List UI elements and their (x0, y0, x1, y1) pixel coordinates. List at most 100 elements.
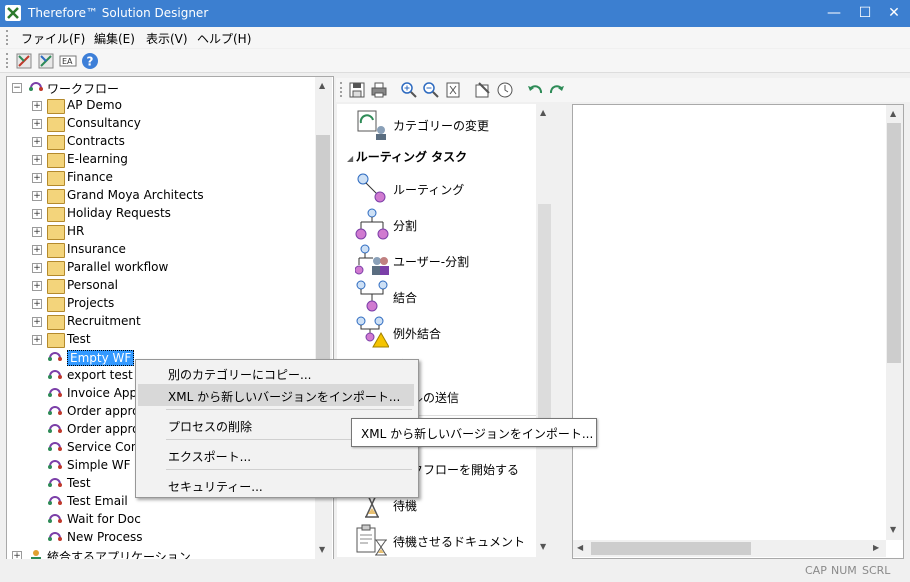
menu-file[interactable]: ファイル(F) (21, 30, 85, 47)
section-collapse-icon[interactable]: ◢ (347, 154, 356, 163)
palette-item-label: 例外結合 (393, 327, 442, 341)
palette-item-join[interactable]: 結合 (337, 278, 553, 314)
expand-icon[interactable]: + (32, 137, 42, 147)
join-icon (355, 280, 389, 312)
tree-folder[interactable]: + Holiday Requests (7, 205, 317, 223)
tree-folder-label: Holiday Requests (67, 206, 171, 220)
tree-folder-label: Parallel workflow (67, 260, 169, 274)
tree-process[interactable]: Wait for Doc (7, 511, 317, 529)
palette-item-change-category[interactable]: カテゴリーの変更 (337, 106, 553, 142)
undo-icon[interactable] (526, 81, 544, 99)
folder-icon (47, 297, 65, 312)
tree-folder[interactable]: + Finance (7, 169, 317, 187)
scroll-down-icon[interactable]: ▼ (319, 545, 325, 554)
palette-scroll-thumb[interactable] (538, 204, 551, 444)
zoom-out-icon[interactable] (422, 81, 440, 99)
designer-toolbar-grip[interactable] (340, 82, 345, 97)
tree-folder[interactable]: + Projects (7, 295, 317, 313)
canvas-hscroll-thumb[interactable] (591, 542, 751, 555)
designer-icon[interactable] (15, 52, 33, 70)
menu-security[interactable]: セキュリティー... (138, 474, 414, 496)
tree-folder[interactable]: + Contracts (7, 133, 317, 151)
tree-folder[interactable]: + E-learning (7, 151, 317, 169)
scroll-left-icon[interactable]: ◀ (577, 543, 583, 552)
palette-section-routing[interactable]: ◢ ルーティング タスク (347, 148, 467, 165)
tree-process[interactable]: New Process (7, 529, 317, 547)
clock-icon[interactable] (496, 81, 514, 99)
expand-icon[interactable]: + (32, 101, 42, 111)
redo-icon[interactable] (548, 81, 566, 99)
scroll-down-icon[interactable]: ▼ (540, 542, 546, 551)
expand-icon[interactable]: + (32, 119, 42, 129)
scroll-up-icon[interactable]: ▲ (319, 81, 325, 90)
tree-root-workflow[interactable]: − ワークフロー (7, 79, 317, 97)
tree-process-label: Test (67, 476, 91, 490)
design-canvas[interactable]: ▲ ▼ ◀ ▶ (572, 104, 904, 559)
scroll-right-icon[interactable]: ▶ (873, 543, 879, 552)
collapse-icon[interactable]: − (12, 83, 22, 93)
palette-item-label: 結合 (393, 291, 418, 305)
palette-item-exception-join[interactable]: 例外結合 (337, 314, 553, 350)
palette-scrollbar[interactable]: ▲ ▼ (536, 104, 553, 557)
designer2-icon[interactable] (37, 52, 55, 70)
tree-folder[interactable]: + Personal (7, 277, 317, 295)
tree-folder[interactable]: + Grand Moya Architects (7, 187, 317, 205)
expand-icon[interactable]: + (32, 173, 42, 183)
zoom-in-icon[interactable] (400, 81, 418, 99)
scroll-up-icon[interactable]: ▲ (890, 109, 896, 118)
palette-item-routing[interactable]: ルーティング (337, 170, 553, 206)
expand-icon[interactable]: + (32, 317, 42, 327)
tree-process-label: Empty WF (67, 350, 135, 366)
tree-folder[interactable]: + Recruitment (7, 313, 317, 331)
workflow-process-icon (47, 476, 63, 492)
tree-folder[interactable]: + AP Demo (7, 97, 317, 115)
toolbar-grip[interactable] (6, 53, 11, 68)
menubar-grip[interactable] (6, 30, 11, 45)
menu-help[interactable]: ヘルプ(H) (197, 30, 251, 47)
canvas-vscrollbar[interactable]: ▲ ▼ (886, 105, 903, 540)
menu-copy-to-category[interactable]: 別のカテゴリーにコピー... (138, 362, 414, 384)
tree-process-label: New Process (67, 530, 143, 544)
expand-icon[interactable]: + (32, 281, 42, 291)
fit-page-icon[interactable] (444, 81, 462, 99)
tooltip: XML から新しいバージョンをインポート... (351, 418, 597, 447)
help-icon[interactable]: ? (81, 52, 99, 70)
tree-folder[interactable]: + HR (7, 223, 317, 241)
minimize-button[interactable]: — (820, 2, 848, 24)
expand-icon[interactable]: + (32, 335, 42, 345)
canvas-hscrollbar[interactable]: ◀ ▶ (573, 540, 886, 557)
scroll-down-icon[interactable]: ▼ (890, 525, 896, 534)
expand-icon[interactable]: + (32, 209, 42, 219)
tree-folder[interactable]: + Test (7, 331, 317, 349)
menu-edit[interactable]: 編集(E) (94, 30, 135, 47)
text-icon[interactable]: EA (59, 52, 77, 70)
tree-folder[interactable]: + Parallel workflow (7, 259, 317, 277)
tree-folder[interactable]: + Insurance (7, 241, 317, 259)
expand-icon[interactable]: + (32, 191, 42, 201)
menu-import-xml-version[interactable]: XML から新しいバージョンをインポート... (138, 384, 414, 406)
menu-export[interactable]: エクスポート... (138, 444, 414, 466)
properties-icon[interactable] (474, 81, 492, 99)
split-icon (355, 208, 389, 240)
expand-icon[interactable]: + (32, 155, 42, 165)
palette-item-wait-document[interactable]: 待機させるドキュメント (337, 522, 553, 557)
folder-icon (47, 207, 65, 222)
scroll-up-icon[interactable]: ▲ (540, 108, 546, 117)
palette-item-user-split[interactable]: ユーザー-分割 (337, 242, 553, 278)
tree-folder-label: Insurance (67, 242, 126, 256)
expand-icon[interactable]: + (32, 227, 42, 237)
palette-item-split[interactable]: 分割 (337, 206, 553, 242)
tree-folder[interactable]: + Consultancy (7, 115, 317, 133)
print-icon[interactable] (370, 81, 388, 99)
expand-icon[interactable]: + (32, 263, 42, 273)
workflow-process-icon (47, 404, 63, 420)
status-num: NUM (831, 564, 857, 577)
expand-icon[interactable]: + (32, 245, 42, 255)
maximize-button[interactable]: ☐ (851, 2, 879, 24)
designer-toolbar (336, 78, 910, 102)
canvas-vscroll-thumb[interactable] (887, 123, 901, 363)
close-button[interactable]: ✕ (880, 2, 908, 24)
expand-icon[interactable]: + (32, 299, 42, 309)
menu-view[interactable]: 表示(V) (146, 30, 188, 47)
save-icon[interactable] (348, 81, 366, 99)
